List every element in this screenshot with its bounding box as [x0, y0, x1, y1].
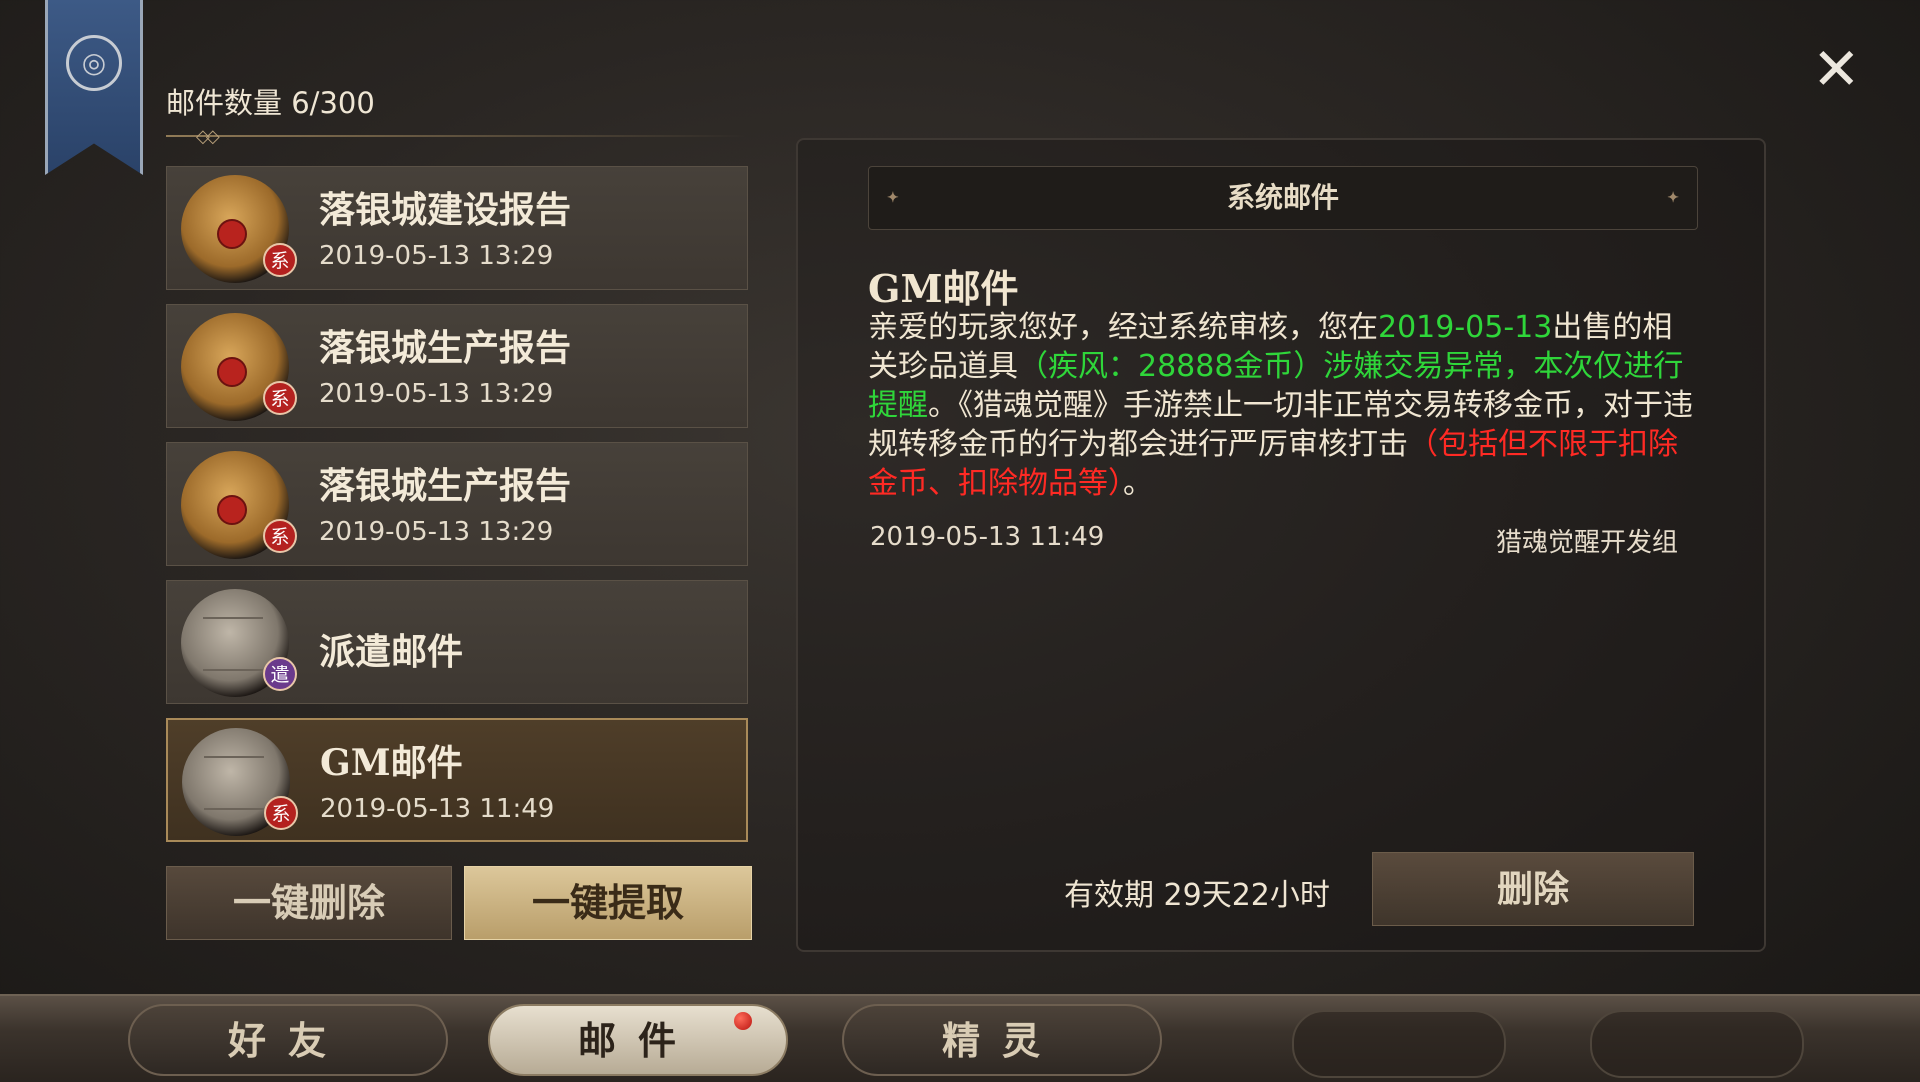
- guild-banner: ◎: [45, 0, 143, 175]
- body-text: 亲爱的玩家您好，经过系统审核，您在: [868, 310, 1378, 345]
- mail-sender: 猎魂觉醒开发组: [1496, 528, 1679, 558]
- system-badge: 系: [263, 381, 297, 415]
- wax-seal-icon: [217, 219, 247, 249]
- tab-spirit[interactable]: 精灵: [842, 1004, 1162, 1076]
- delete-button[interactable]: 删除: [1372, 852, 1694, 926]
- system-badge: 系: [263, 519, 297, 553]
- header-divider: [166, 135, 746, 137]
- collect-all-button[interactable]: 一键提取: [464, 866, 752, 940]
- mail-date: 2019-05-13 11:49: [870, 522, 1105, 552]
- mail-item-date: 2019-05-13 11:49: [320, 794, 555, 824]
- wax-seal-icon: [217, 495, 247, 525]
- header-ornament-icon: ✦: [1667, 190, 1679, 206]
- mail-title: GM邮件: [868, 266, 1019, 311]
- tab-placeholder-ornament: [1590, 1010, 1804, 1078]
- parchment-lines: [204, 756, 264, 810]
- wax-seal-icon: [217, 357, 247, 387]
- divider-ornament-icon: ◇◇: [196, 126, 220, 147]
- mail-item[interactable]: 系 落银城建设报告 2019-05-13 13:29: [166, 166, 748, 290]
- mail-item-title: 落银城生产报告: [319, 327, 572, 369]
- detail-header: ✦ 系统邮件 ✦: [868, 166, 1698, 230]
- mail-item-date: 2019-05-13 13:29: [319, 379, 554, 409]
- mail-item[interactable]: 系 落银城生产报告 2019-05-13 13:29: [166, 442, 748, 566]
- mail-item[interactable]: 遣 派遣邮件: [166, 580, 748, 704]
- drum-emblem-icon: ◎: [66, 35, 122, 91]
- mail-item-title: 落银城生产报告: [319, 465, 572, 507]
- dispatch-badge: 遣: [263, 657, 297, 691]
- system-badge: 系: [264, 796, 298, 830]
- mail-item-title: 派遣邮件: [319, 631, 464, 673]
- validity-text: 有效期 29天22小时: [1064, 878, 1330, 913]
- notification-dot-icon: [734, 1012, 752, 1030]
- header-ornament-icon: ✦: [887, 190, 899, 206]
- mail-item-title: GM邮件: [320, 742, 463, 784]
- mail-item-title: 落银城建设报告: [319, 189, 572, 231]
- tab-placeholder-ornament: [1292, 1010, 1506, 1078]
- mail-body: 亲爱的玩家您好，经过系统审核，您在2019-05-13出售的相关珍品道具（疾风：…: [868, 308, 1698, 503]
- system-badge: 系: [263, 243, 297, 277]
- mail-item[interactable]: 系 落银城生产报告 2019-05-13 13:29: [166, 304, 748, 428]
- mail-list: 系 落银城建设报告 2019-05-13 13:29 系 落银城生产报告 201…: [166, 166, 748, 856]
- mail-count: 邮件数量 6/300: [166, 86, 375, 120]
- close-icon[interactable]: ✕: [1812, 40, 1861, 98]
- body-date-highlight: 2019-05-13: [1378, 310, 1553, 345]
- tab-friends[interactable]: 好友: [128, 1004, 448, 1076]
- parchment-lines: [203, 617, 263, 671]
- mail-item-selected[interactable]: 系 GM邮件 2019-05-13 11:49: [166, 718, 748, 842]
- body-text: 。: [1123, 466, 1153, 501]
- mail-item-date: 2019-05-13 13:29: [319, 241, 554, 271]
- mail-item-date: 2019-05-13 13:29: [319, 517, 554, 547]
- detail-header-label: 系统邮件: [1226, 181, 1339, 214]
- delete-all-button[interactable]: 一键删除: [166, 866, 452, 940]
